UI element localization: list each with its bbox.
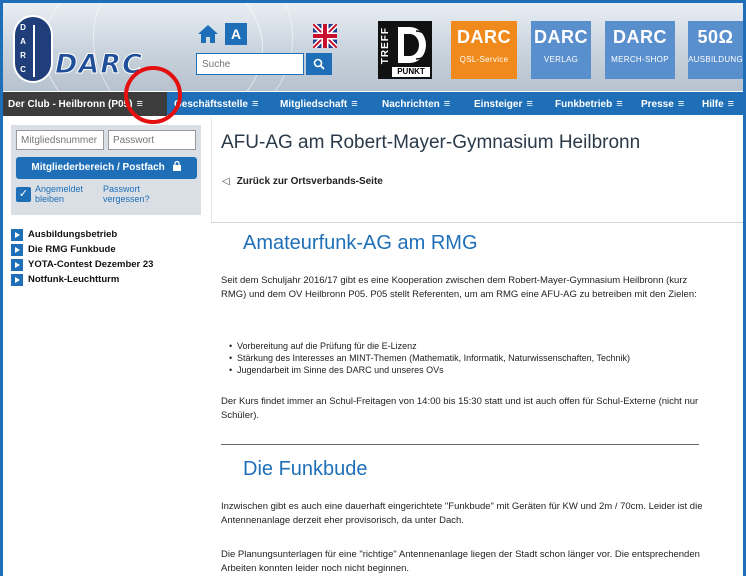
logo-letter: A: [20, 37, 26, 46]
remember-me-checkbox[interactable]: ✓: [16, 187, 31, 202]
logo-letter: D: [20, 23, 26, 32]
nav-funkbetrieb[interactable]: Funkbetrieb ≡: [550, 92, 628, 116]
main-nav: Der Club - Heilbronn (P05) ≡ Geschäftsste…: [3, 91, 743, 116]
menu-icon: ≡: [251, 98, 259, 110]
sidebar-item-label: Notfunk-Leuchtturm: [28, 274, 120, 285]
member-area-button[interactable]: Mitgliederbereich / Postfach: [16, 157, 197, 179]
uk-flag-icon[interactable]: [311, 22, 339, 50]
home-icon[interactable]: [197, 23, 219, 45]
tile-title: DARC: [457, 27, 511, 47]
search-button[interactable]: [306, 53, 332, 75]
back-link[interactable]: ◁ Zurück zur Ortsverbands-Seite: [222, 176, 383, 187]
tile-subtitle: AUSBILDUNG: [688, 55, 744, 64]
tile-title: 50Ω: [697, 27, 734, 47]
antenna-plan-paragraph: Die Planungsunterlagen für eine "richtig…: [221, 549, 700, 574]
treff-label: TREFF: [380, 27, 391, 65]
punkt-label: PUNKT: [392, 67, 430, 77]
sidebar-item-notfunk-leuchtturm[interactable]: Notfunk-Leuchtturm: [11, 274, 211, 286]
nav-mitgliedschaft[interactable]: Mitgliedschaft ≡: [275, 92, 363, 116]
search-icon: [313, 58, 325, 70]
divider: [211, 222, 743, 223]
treffpunkt-logo[interactable]: TREFF PUNKT: [378, 21, 432, 79]
funkbude-paragraph: Inzwischen gibt es auch eine dauerhaft e…: [221, 501, 703, 526]
nav-label: Mitgliedschaft: [280, 99, 348, 110]
menu-icon: ≡: [526, 98, 533, 110]
nav-label: Presse: [641, 99, 674, 110]
treffpunkt-d-icon: [398, 27, 428, 63]
password-field[interactable]: [108, 130, 196, 150]
section-divider: [221, 444, 699, 445]
menu-icon: ≡: [616, 98, 623, 110]
section-heading-funkbude: Die Funkbude: [243, 458, 368, 480]
sidebar-item-label: Ausbildungsbetrieb: [28, 229, 118, 240]
schedule-paragraph: Der Kurs findet immer an Schul-Freitagen…: [221, 396, 699, 421]
tile-title: DARC: [534, 27, 588, 47]
list-item: Stärkung des Interesses an MINT-Themen (…: [229, 352, 729, 364]
arrow-right-icon: [11, 244, 23, 256]
logo-letter: C: [20, 65, 26, 74]
back-link-label: Zurück zur Ortsverbands-Seite: [236, 176, 383, 187]
merch-shop-tile[interactable]: DARC MERCH-SHOP: [605, 21, 675, 79]
arrow-right-icon: [11, 259, 23, 271]
tile-title: DARC: [613, 27, 667, 47]
menu-icon: ≡: [677, 98, 685, 110]
logo-letter: R: [20, 51, 26, 60]
tile-subtitle: VERLAG: [543, 55, 579, 64]
accessibility-icon[interactable]: A: [225, 23, 247, 45]
tile-subtitle: QSL-Service: [459, 55, 509, 64]
login-panel: Mitgliederbereich / Postfach ✓ Angemelde…: [11, 125, 201, 215]
sidebar-item-label: YOTA-Contest Dezember 23: [28, 259, 154, 270]
list-item: Vorbereitung auf die Prüfung für die E-L…: [229, 340, 729, 352]
nav-hilfe[interactable]: Hilfe ≡: [697, 92, 739, 116]
nav-einsteiger[interactable]: Einsteiger ≡: [469, 92, 538, 116]
annotation-circle: [124, 66, 182, 124]
nav-label: Hilfe: [702, 99, 724, 110]
member-area-label: Mitgliederbereich / Postfach: [31, 162, 165, 173]
goals-list: Vorbereitung auf die Prüfung für die E-L…: [229, 340, 729, 376]
sidebar-nav: Ausbildungsbetrieb Die RMG Funkbude YOTA…: [11, 229, 211, 289]
search-input[interactable]: [196, 53, 304, 75]
nav-label: Geschäftsstelle: [174, 99, 248, 110]
remember-me-label[interactable]: Angemeldet bleiben: [35, 184, 95, 204]
qsl-service-tile[interactable]: DARC QSL-Service: [451, 21, 517, 79]
nav-geschaeftsstelle[interactable]: Geschäftsstelle ≡: [169, 92, 263, 116]
menu-icon: ≡: [351, 98, 358, 110]
nav-presse[interactable]: Presse ≡: [636, 92, 689, 116]
sidebar-item-rmg-funkbude[interactable]: Die RMG Funkbude: [11, 244, 211, 256]
arrow-right-icon: [11, 229, 23, 241]
page-title: AFU-AG am Robert-Mayer-Gymnasium Heilbro…: [221, 132, 641, 153]
ausbildung-tile[interactable]: 50Ω AUSBILDUNG: [688, 21, 743, 79]
nav-label: Funkbetrieb: [555, 99, 613, 110]
member-number-field[interactable]: [16, 130, 104, 150]
tile-subtitle: MERCH-SHOP: [611, 55, 669, 64]
sidebar-item-yota-contest[interactable]: YOTA-Contest Dezember 23: [11, 259, 211, 271]
menu-icon: ≡: [727, 98, 735, 110]
section-heading-amateurfunk-ag: Amateurfunk-AG am RMG: [243, 232, 478, 254]
arrow-right-icon: [11, 274, 23, 286]
column-divider: [211, 117, 212, 223]
darc-logo-badge[interactable]: D A R C: [13, 15, 53, 83]
sidebar-item-label: Die RMG Funkbude: [28, 244, 116, 255]
lock-icon: [172, 161, 181, 171]
nav-label: Der Club - Heilbronn (P05): [8, 99, 133, 110]
darc-logo-text[interactable]: DARC: [55, 49, 143, 81]
list-item: Jugendarbeit im Sinne des DARC und unser…: [229, 364, 729, 376]
verlag-tile[interactable]: DARC VERLAG: [531, 21, 591, 79]
menu-icon: ≡: [443, 98, 451, 110]
nav-label: Einsteiger: [474, 99, 523, 110]
antenna-icon: [33, 25, 35, 77]
nav-label: Nachrichten: [382, 99, 440, 110]
chevron-left-icon: ◁: [222, 176, 230, 187]
forgot-password-link[interactable]: Passwort vergessen?: [103, 184, 163, 204]
nav-nachrichten[interactable]: Nachrichten ≡: [377, 92, 455, 116]
intro-paragraph: Seit dem Schuljahr 2016/17 gibt es eine …: [221, 275, 697, 300]
sidebar-item-ausbildungsbetrieb[interactable]: Ausbildungsbetrieb: [11, 229, 211, 241]
